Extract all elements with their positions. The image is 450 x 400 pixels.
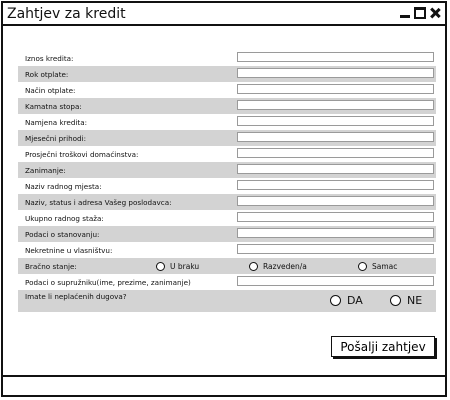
radio-label: Samac [372, 261, 398, 271]
status-bar [3, 375, 445, 395]
radio-divorced[interactable]: Razveden/a [249, 260, 307, 272]
property-field[interactable] [237, 244, 434, 254]
window-controls [399, 7, 441, 21]
radio-circle-icon[interactable] [330, 295, 341, 306]
form-row-job-title: Naziv radnog mjesta: [18, 178, 436, 194]
employer-field[interactable] [237, 196, 434, 206]
loan-application-window: Zahtjev za kredit Iznos kredita: Rok otp… [1, 1, 447, 397]
marital-status-label: Bračno stanje: [25, 262, 77, 271]
field-label: Način otplate: [25, 86, 76, 95]
housing-field[interactable] [237, 228, 434, 238]
radio-circle-icon[interactable] [249, 261, 258, 271]
form-row-purpose: Namjena kredita: [18, 114, 436, 130]
submit-request-button[interactable]: Pošalji zahtjev [331, 336, 435, 357]
field-label: Naziv, status i adresa Vašeg poslodavca: [25, 198, 172, 207]
form-row-expenses: Prosječni troškovi domaćinstva: [18, 146, 436, 162]
form-row-repayment: Način otplate: [18, 82, 436, 98]
form-row-interest: Kamatna stopa: [18, 98, 436, 114]
field-label: Namjena kredita: [25, 118, 88, 127]
loan-purpose-field[interactable] [237, 116, 434, 126]
form-row-employer: Naziv, status i adresa Vašeg poslodavca: [18, 194, 436, 210]
title-bar: Zahtjev za kredit [3, 3, 445, 26]
field-label: Prosječni troškovi domaćinstva: [25, 150, 139, 159]
form-row-debts: Imate li neplaćenih dugova? DA NE [18, 290, 436, 312]
form-row-amount: Iznos kredita: [18, 50, 436, 66]
field-label: Ukupno radnog staža: [25, 214, 104, 223]
field-label: Podaci o supružniku(ime, prezime, zanima… [25, 278, 191, 287]
interest-rate-field[interactable] [237, 100, 434, 110]
radio-label: NE [407, 294, 423, 307]
occupation-field[interactable] [237, 164, 434, 174]
household-expenses-field[interactable] [237, 148, 434, 158]
radio-circle-icon[interactable] [358, 261, 367, 271]
form-row-occupation: Zanimanje: [18, 162, 436, 178]
radio-label: DA [347, 294, 363, 307]
form-row-work-experience: Ukupno radnog staža: [18, 210, 436, 226]
window-title: Zahtjev za kredit [7, 6, 126, 22]
form-row-term: Rok otplate: [18, 66, 436, 82]
form-row-property: Nekretnine u vlasništvu: [18, 242, 436, 258]
repayment-method-field[interactable] [237, 84, 434, 94]
loan-form: Iznos kredita: Rok otplate: Način otplat… [18, 50, 436, 312]
amount-field[interactable] [237, 52, 434, 62]
form-row-spouse: Podaci o supružniku(ime, prezime, zanima… [18, 274, 436, 290]
radio-debts-no[interactable]: NE [390, 294, 422, 307]
debts-label: Imate li neplaćenih dugova? [25, 292, 127, 301]
close-icon[interactable] [429, 7, 441, 19]
radio-circle-icon[interactable] [156, 261, 165, 271]
field-label: Zanimanje: [25, 166, 66, 175]
field-label: Mjesečni prihodi: [25, 134, 87, 143]
minimize-icon[interactable] [399, 7, 411, 19]
radio-married[interactable]: U braku [156, 260, 199, 272]
monthly-income-field[interactable] [237, 132, 434, 142]
radio-circle-icon[interactable] [390, 295, 401, 306]
form-row-income: Mjesečni prihodi: [18, 130, 436, 146]
job-title-field[interactable] [237, 180, 434, 190]
spouse-field[interactable] [237, 276, 434, 286]
field-label: Iznos kredita: [25, 54, 74, 63]
radio-label: Razveden/a [263, 261, 307, 271]
field-label: Rok otplate: [25, 70, 69, 79]
maximize-icon[interactable] [414, 7, 426, 19]
field-label: Nekretnine u vlasništvu: [25, 246, 113, 255]
field-label: Podaci o stanovanju: [25, 230, 100, 239]
work-experience-field[interactable] [237, 212, 434, 222]
radio-debts-yes[interactable]: DA [330, 294, 363, 307]
field-label: Naziv radnog mjesta: [25, 182, 102, 191]
radio-label: U braku [170, 261, 200, 271]
radio-single[interactable]: Samac [358, 260, 397, 272]
term-field[interactable] [237, 68, 434, 78]
field-label: Kamatna stopa: [25, 102, 82, 111]
form-row-housing: Podaci o stanovanju: [18, 226, 436, 242]
form-row-marital-status: Bračno stanje: U braku Razveden/a Samac [18, 258, 436, 274]
